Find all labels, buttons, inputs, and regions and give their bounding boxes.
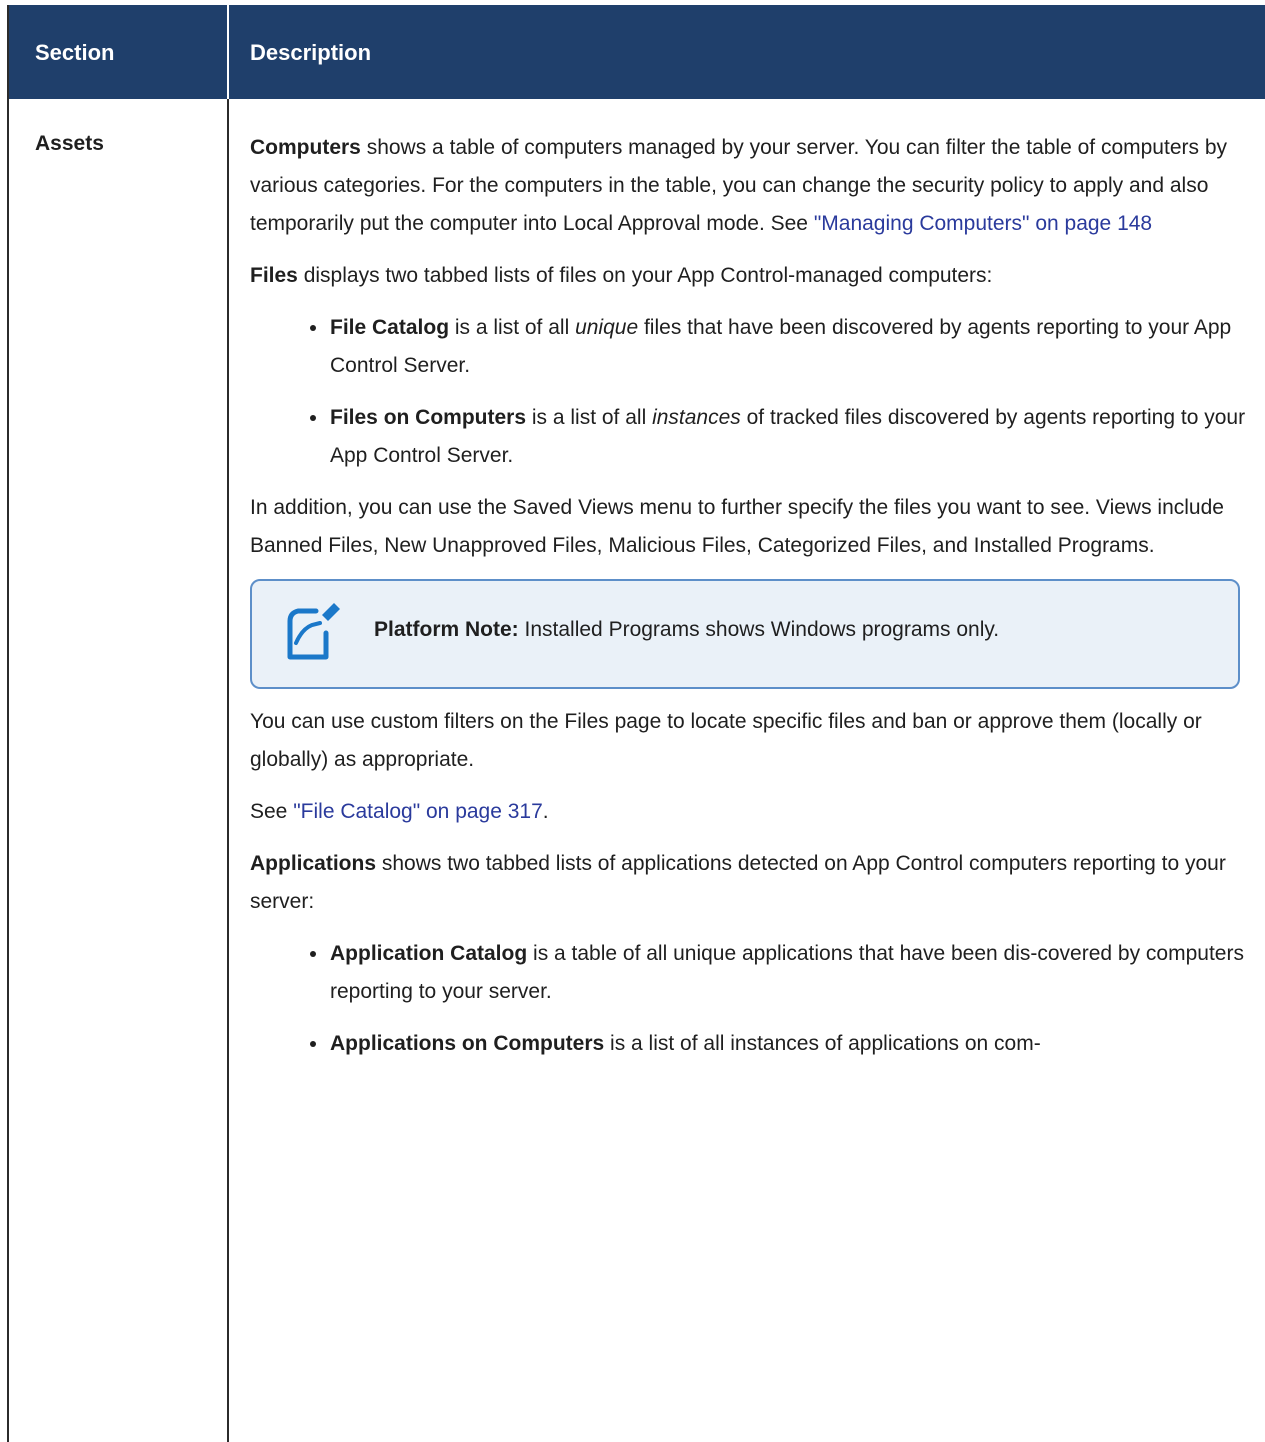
applications-list: Application Catalog is a table of all un… [250,935,1250,1063]
list-item: File Catalog is a list of all unique fil… [250,309,1250,385]
list-item: Application Catalog is a table of all un… [250,935,1250,1011]
saved-views-paragraph: In addition, you can use the Saved Views… [250,496,1224,557]
note-icon [287,603,340,660]
bullet-icon [310,951,316,957]
computers-paragraph: Computers shows a table of computers man… [250,129,1250,243]
applications-text: shows two tabbed lists of applications d… [250,852,1226,913]
assets-table: Section Description Assets Computers sho… [7,5,1265,1442]
see-text: See [250,800,294,823]
header-description: Description [250,40,372,65]
table-header: Section Description [9,5,1265,99]
list-item-text: is a list of all [526,406,653,429]
note-label: Platform Note: [374,618,519,641]
computers-term: Computers [250,136,361,159]
file-catalog-see-paragraph: See "File Catalog" on page 317. [250,793,1250,831]
list-item-term: Files on Computers [330,406,527,429]
see-text-end: . [542,800,549,823]
description-cell: Computers shows a table of computers man… [250,129,1250,1077]
note-body: Installed Programs shows Windows program… [518,618,1000,641]
files-term: Files [250,264,298,287]
list-item-term: File Catalog [330,316,450,339]
bullet-icon [310,325,316,331]
bullet-icon [310,415,316,421]
list-item-term: Applications on Computers [330,1032,605,1055]
header-divider [227,5,229,99]
custom-filters-paragraph: You can use custom filters on the Files … [250,710,1202,771]
files-text: displays two tabbed lists of files on yo… [297,264,993,287]
managing-computers-link[interactable]: "Managing Computers" on page 148 [814,212,1152,235]
bullet-icon [310,1041,316,1047]
file-catalog-link[interactable]: "File Catalog" on page 317 [293,800,543,823]
note-text: Platform Note: Installed Programs shows … [374,615,999,645]
header-section: Section [35,40,115,65]
files-list: File Catalog is a list of all unique fil… [250,309,1250,475]
section-assets: Assets [35,132,104,155]
list-item-text: is a list of all instances of applicatio… [604,1032,1041,1055]
list-item-emphasis: instances [652,406,741,429]
list-item-text: is a list of all [449,316,576,339]
files-paragraph: Files displays two tabbed lists of files… [250,257,1250,295]
applications-paragraph: Applications shows two tabbed lists of a… [250,845,1250,921]
column-divider [227,99,229,1442]
platform-note: Platform Note: Installed Programs shows … [250,579,1240,689]
list-item-emphasis: unique [575,316,639,339]
list-item-term: Application Catalog [330,942,528,965]
list-item: Files on Computers is a list of all inst… [250,399,1250,475]
list-item: Applications on Computers is a list of a… [250,1025,1250,1063]
applications-term: Applications [250,852,377,875]
